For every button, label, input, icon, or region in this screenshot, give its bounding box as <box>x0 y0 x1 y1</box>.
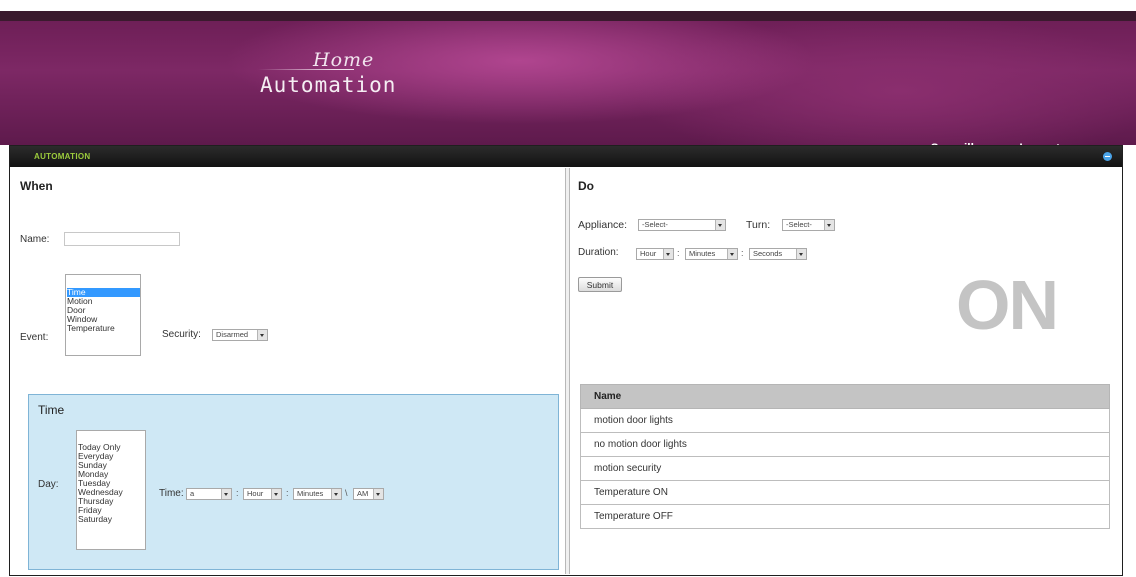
day-listbox[interactable]: Today Only Everyday Sunday Monday Tuesda… <box>76 430 146 550</box>
do-title: Do <box>578 179 594 193</box>
time-hour-select[interactable]: Hour <box>243 488 282 500</box>
security-label: Security: <box>162 329 201 340</box>
duration-minutes-select[interactable]: Minutes <box>685 248 738 260</box>
duration-minutes-value: Minutes <box>689 249 716 258</box>
duration-seconds-select[interactable]: Seconds <box>749 248 807 260</box>
when-section: When Name: Event: Time Motion Door Windo… <box>12 168 564 574</box>
time-separator: \ <box>345 488 348 498</box>
chevron-down-icon <box>331 489 341 499</box>
time-hour-value: Hour <box>247 489 264 498</box>
site-header: Home Automation Surveillance Logout <box>0 21 1136 155</box>
duration-separator: : <box>741 248 744 258</box>
appliance-select[interactable]: -Select- <box>638 219 726 231</box>
turn-select[interactable]: -Select- <box>782 219 835 231</box>
time-separator: : <box>236 488 239 498</box>
home-automation-logo[interactable]: Home Automation <box>258 49 428 111</box>
time-minutes-select[interactable]: Minutes <box>293 488 342 500</box>
chevron-down-icon <box>796 249 806 259</box>
column-divider <box>565 168 570 574</box>
chevron-down-icon <box>257 330 267 340</box>
table-cell: motion security <box>580 456 1110 481</box>
duration-label: Duration: <box>578 247 619 258</box>
turn-select-value: -Select- <box>786 220 812 229</box>
top-strip <box>0 0 1136 11</box>
duration-seconds-value: Seconds <box>753 249 783 258</box>
automation-panel: AUTOMATION When Name: Event: Time Motion… <box>9 145 1123 576</box>
name-input[interactable] <box>64 232 180 246</box>
chevron-down-icon <box>663 249 673 259</box>
duration-separator: : <box>677 248 680 258</box>
time-section: Time Day: Today Only Everyday Sunday Mon… <box>28 394 559 570</box>
name-label: Name: <box>20 234 50 245</box>
chevron-down-icon <box>727 249 737 259</box>
time-ampm-value: AM <box>357 489 369 498</box>
do-section: Do Appliance: -Select- Turn: -Select- Du… <box>572 168 1120 574</box>
table-cell: no motion door lights <box>580 432 1110 457</box>
turn-label: Turn: <box>746 219 771 231</box>
when-title: When <box>20 179 53 193</box>
table-row[interactable]: Temperature ON <box>580 480 1110 505</box>
panel-header: AUTOMATION <box>10 146 1122 167</box>
time-separator: : <box>286 488 289 498</box>
table-row[interactable]: no motion door lights <box>580 432 1110 457</box>
security-select-value: Disarmed <box>216 330 249 339</box>
logo-swoosh <box>258 69 354 70</box>
status-indicator: ON <box>956 266 1059 344</box>
event-option-temperature[interactable]: Temperature <box>67 324 140 333</box>
table-cell: Temperature OFF <box>580 504 1110 529</box>
appliance-select-value: -Select- <box>642 220 668 229</box>
chevron-down-icon <box>373 489 383 499</box>
submit-button[interactable]: Submit <box>578 277 622 292</box>
panel-title: AUTOMATION <box>34 152 91 161</box>
event-listbox[interactable]: Time Motion Door Window Temperature <box>65 274 141 356</box>
security-select[interactable]: Disarmed <box>212 329 268 341</box>
time-section-title: Time <box>38 403 65 417</box>
event-label: Event: <box>20 332 49 343</box>
table-row[interactable]: Temperature OFF <box>580 504 1110 529</box>
appliance-label: Appliance: <box>578 219 628 231</box>
chevron-down-icon <box>715 220 725 230</box>
time-field-select[interactable]: a <box>186 488 232 500</box>
time-field-value: a <box>190 489 195 498</box>
table-row[interactable]: motion door lights <box>580 408 1110 433</box>
header-top-border <box>0 11 1136 21</box>
chevron-down-icon <box>221 489 231 499</box>
time-ampm-select[interactable]: AM <box>353 488 384 500</box>
logo-home-text: Home <box>313 49 375 71</box>
table-row[interactable]: motion security <box>580 456 1110 481</box>
time-minutes-value: Minutes <box>297 489 324 498</box>
time-label: Time: <box>159 488 184 499</box>
table-cell: Temperature ON <box>580 480 1110 505</box>
table-header-name: Name <box>580 384 1110 409</box>
logo-automation-text: Automation <box>260 73 397 97</box>
chevron-down-icon <box>824 220 834 230</box>
duration-hour-select[interactable]: Hour <box>636 248 674 260</box>
table-cell: motion door lights <box>580 408 1110 433</box>
day-option[interactable]: Saturday <box>78 515 145 524</box>
chevron-down-icon <box>271 489 281 499</box>
duration-hour-value: Hour <box>640 249 657 258</box>
rules-table: Name motion door lights no motion door l… <box>580 384 1110 529</box>
day-label: Day: <box>38 479 59 490</box>
collapse-panel-icon[interactable] <box>1103 152 1112 161</box>
